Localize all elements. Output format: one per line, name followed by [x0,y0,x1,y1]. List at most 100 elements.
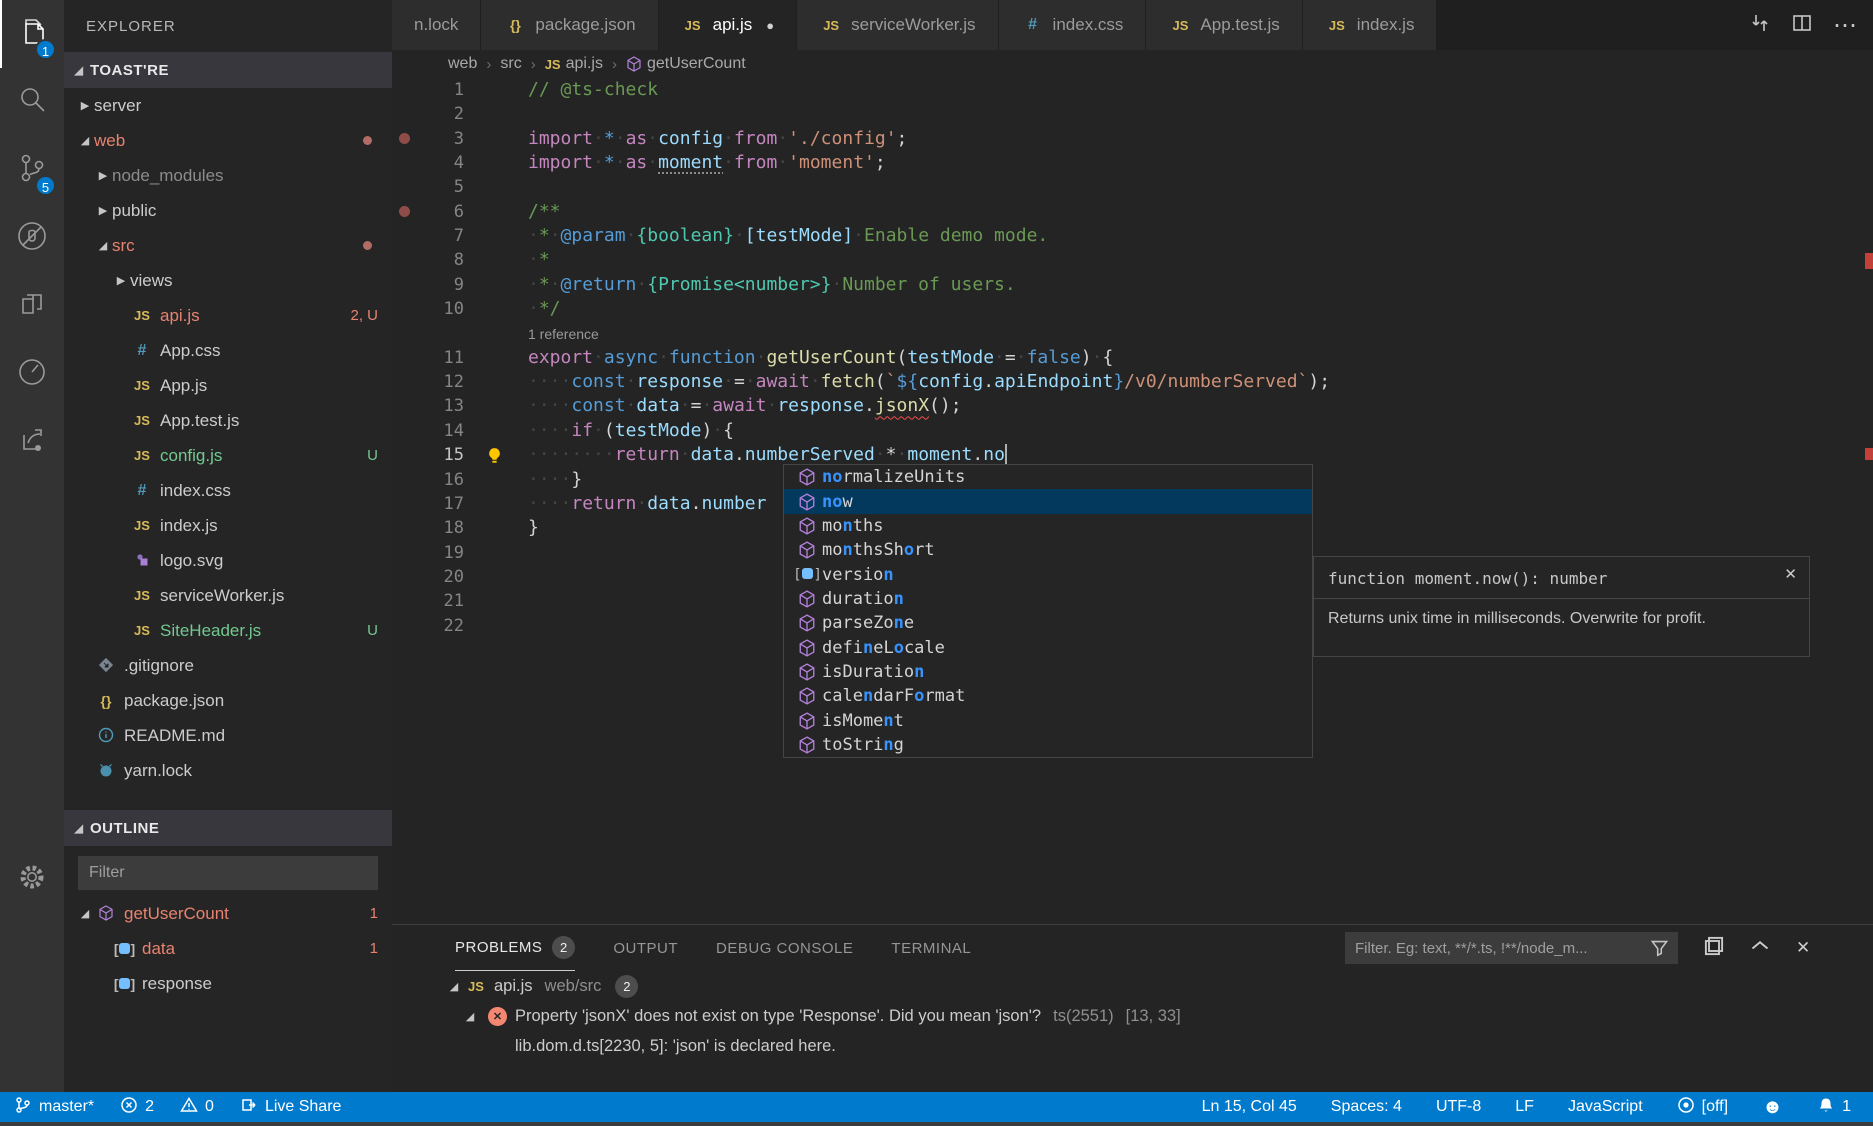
file-tree-item-server[interactable]: ▶server [64,88,392,123]
file-tree-item-node-modules[interactable]: ▶node_modules [64,158,392,193]
breakpoint-icon[interactable] [392,127,416,151]
gutter-margin[interactable] [392,394,416,418]
gutter-margin[interactable] [392,516,416,540]
file-tree-item-index-js[interactable]: JSindex.js [64,508,392,543]
status-language-mode[interactable]: JavaScript [1568,1098,1643,1116]
file-tree-item-web[interactable]: ◢web [64,123,392,158]
lightbulb-icon[interactable] [464,443,528,467]
gutter-margin[interactable] [392,541,416,565]
gutter-margin[interactable] [392,175,416,199]
breadcrumb-item-api.js[interactable]: JSapi.js [545,55,603,73]
collapse-all-icon[interactable] [1704,936,1724,961]
gutter-margin[interactable] [392,443,416,467]
panel-tab-debug-console[interactable]: DEBUG CONSOLE [716,925,853,971]
editor-tab-index-js[interactable]: JSindex.js [1303,0,1438,50]
gutter-margin[interactable] [392,614,416,638]
file-tree-item-yarn-lock[interactable]: yarn.lock [64,753,392,788]
close-icon[interactable]: ✕ [1784,565,1797,583]
outline-section-header[interactable]: ◢ OUTLINE [64,810,392,846]
suggest-item-months[interactable]: months [784,514,1312,538]
status-notifications-bell[interactable]: 1 [1817,1096,1851,1119]
suggest-item-now[interactable]: now [784,489,1312,513]
suggest-item-parseZone[interactable]: parseZone [784,611,1312,635]
status-errors[interactable]: 2 [120,1096,154,1119]
status-warnings[interactable]: 0 [180,1096,214,1119]
status-screencast-mode[interactable]: [off] [1677,1096,1728,1119]
status-cursor-position[interactable]: Ln 15, Col 45 [1202,1098,1297,1116]
more-actions-icon[interactable]: ⋯ [1833,11,1859,40]
open-changes-icon[interactable] [1749,12,1771,39]
panel-tab-terminal[interactable]: TERMINAL [891,925,971,971]
suggest-item-version[interactable]: []version [784,562,1312,586]
gutter-margin[interactable] [392,468,416,492]
gutter-margin[interactable] [392,492,416,516]
suggest-item-isDuration[interactable]: isDuration [784,660,1312,684]
status-live-share[interactable]: Live Share [240,1096,342,1119]
gutter-margin[interactable] [392,589,416,613]
outline-item-response[interactable]: []response [64,966,392,1001]
editor-tab-api-js[interactable]: JSapi.js● [659,0,798,50]
gutter-margin[interactable] [392,224,416,248]
activity-bar-item-explorer[interactable]: 1 [0,0,64,68]
breadcrumb-item-web[interactable]: web [448,55,477,73]
editor-tab-index-css[interactable]: #index.css [999,0,1147,50]
gutter-margin[interactable] [392,346,416,370]
status-git-branch[interactable]: master* [14,1096,94,1119]
status-encoding[interactable]: UTF-8 [1436,1098,1481,1116]
editor-tab-n-lock[interactable]: n.lock [392,0,481,50]
close-panel-icon[interactable]: ✕ [1796,938,1810,958]
editor-tab-package-json[interactable]: {}package.json [481,0,658,50]
file-tree-item--gitignore[interactable]: .gitignore [64,648,392,683]
file-tree-item-views[interactable]: ▶views [64,263,392,298]
file-tree-item-siteheader-js[interactable]: JSSiteHeader.jsU [64,613,392,648]
gutter-margin[interactable] [392,78,416,102]
gutter-margin[interactable] [392,565,416,589]
file-tree-item-index-css[interactable]: #index.css [64,473,392,508]
suggest-item-calendarFormat[interactable]: calendarFormat [784,684,1312,708]
outline-filter-input[interactable] [78,856,378,890]
problems-filter-input[interactable] [1345,932,1678,964]
file-tree-item-api-js[interactable]: JSapi.js2, U [64,298,392,333]
activity-bar-item-source-control[interactable]: 5 [0,136,64,204]
panel-tab-problems[interactable]: PROBLEMS2 [455,925,575,971]
status-indentation[interactable]: Spaces: 4 [1331,1098,1402,1116]
breadcrumb-item-src[interactable]: src [500,55,521,73]
gutter-margin[interactable] [392,370,416,394]
gutter-margin[interactable] [392,151,416,175]
activity-bar-item-extensions[interactable] [0,272,64,340]
file-tree-item-serviceworker-js[interactable]: JSserviceWorker.js [64,578,392,613]
project-section-header[interactable]: ◢ TOAST'RE [64,52,392,88]
file-tree-item-package-json[interactable]: {}package.json [64,683,392,718]
problem-error-row[interactable]: ◢ ✕ Property 'jsonX' does not exist on t… [392,1001,1873,1031]
status-eol[interactable]: LF [1515,1098,1534,1116]
breadcrumb-item-getusercount[interactable]: getUserCount [626,55,746,73]
suggest-item-monthsShort[interactable]: monthsShort [784,538,1312,562]
file-tree-item-public[interactable]: ▶public [64,193,392,228]
problem-related-info[interactable]: lib.dom.d.ts[2230, 5]: 'json' is declare… [392,1031,1873,1061]
editor-tab-serviceworker-js[interactable]: JSserviceWorker.js [797,0,998,50]
gutter-margin[interactable] [392,419,416,443]
gutter-margin[interactable] [392,297,416,321]
file-tree-item-app-css[interactable]: #App.css [64,333,392,368]
file-tree-item-readme-md[interactable]: README.md [64,718,392,753]
gutter-margin[interactable] [392,248,416,272]
activity-bar-item-debug[interactable] [0,204,64,272]
code-editor[interactable]: 1// @ts-check23import·*·as·config·from·'… [392,78,1873,924]
split-editor-icon[interactable] [1791,12,1813,39]
status-feedback-smiley[interactable]: ☻ [1762,1098,1783,1116]
gutter-margin[interactable] [392,273,416,297]
suggest-item-toString[interactable]: toString [784,733,1312,757]
panel-tab-output[interactable]: OUTPUT [613,925,678,971]
activity-bar-item-history[interactable] [0,340,64,408]
file-tree-item-logo-svg[interactable]: logo.svg [64,543,392,578]
editor-tab-app-test-js[interactable]: JSApp.test.js [1146,0,1302,50]
outline-item-data[interactable]: []data1 [64,931,392,966]
maximize-panel-icon[interactable] [1750,936,1770,961]
activity-bar-item-share[interactable] [0,408,64,476]
activity-bar-item-search[interactable] [0,68,64,136]
file-tree-item-config-js[interactable]: JSconfig.jsU [64,438,392,473]
codelens-references[interactable]: 1 reference [392,321,1873,345]
suggest-item-isMoment[interactable]: isMoment [784,708,1312,732]
file-tree-item-app-js[interactable]: JSApp.js [64,368,392,403]
gutter-margin[interactable] [392,102,416,126]
